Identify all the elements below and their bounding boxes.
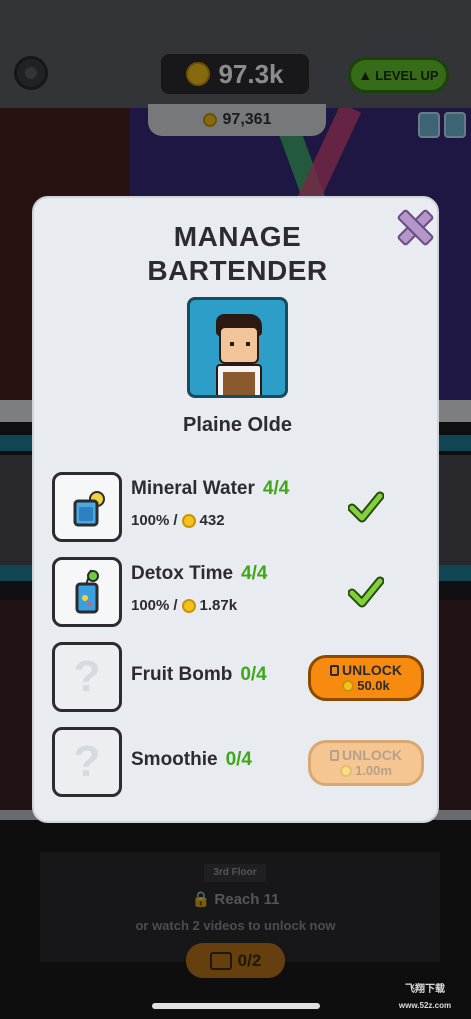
drink-stats: 100%/ 432 <box>131 512 225 529</box>
drink-name: Detox Time 4/4 <box>131 563 268 584</box>
drink-name: Mineral Water 4/4 <box>131 478 290 499</box>
home-indicator[interactable] <box>152 1003 320 1009</box>
locked-drink-icon: ? <box>52 642 122 712</box>
coin-icon <box>342 680 355 692</box>
unlock-button[interactable]: UNLOCK 50.0k <box>308 655 424 701</box>
question-mark-icon: ? <box>73 652 101 701</box>
coin-icon <box>340 765 353 777</box>
detox-time-icon <box>52 557 122 627</box>
check-icon <box>348 491 384 523</box>
coin-icon <box>181 598 196 613</box>
drink-name: Smoothie 0/4 <box>131 749 252 770</box>
locked-drink-icon: ? <box>52 727 122 797</box>
lock-icon <box>330 749 340 761</box>
drink-row-smoothie: ? Smoothie 0/4 UNLOCK 1.00m <box>52 727 424 797</box>
coin-icon <box>181 513 196 528</box>
dialog-title: MANAGE BARTENDER <box>147 221 328 286</box>
drink-row-fruit-bomb: ? Fruit Bomb 0/4 UNLOCK 50.0k <box>52 642 424 712</box>
lock-icon <box>330 664 340 676</box>
mineral-water-icon <box>52 472 122 542</box>
drink-name: Fruit Bomb 0/4 <box>131 664 267 685</box>
drink-stats: 100%/ 1.87k <box>131 597 238 614</box>
bartender-name: Plaine Olde <box>183 414 292 436</box>
watermark-logo: 飞翔下载 www.52z.com <box>398 984 452 1010</box>
question-mark-icon: ? <box>73 737 101 786</box>
manage-bartender-dialog: MANAGE BARTENDER Plaine Olde Mineral Wat… <box>32 196 439 823</box>
drink-row-mineral-water: Mineral Water 4/4 100%/ 432 <box>52 472 424 542</box>
bartender-avatar <box>187 297 288 398</box>
drink-row-detox-time: Detox Time 4/4 100%/ 1.87k <box>52 557 424 627</box>
unlock-button-disabled[interactable]: UNLOCK 1.00m <box>308 740 424 786</box>
close-icon[interactable] <box>396 208 430 242</box>
check-icon <box>348 576 384 608</box>
